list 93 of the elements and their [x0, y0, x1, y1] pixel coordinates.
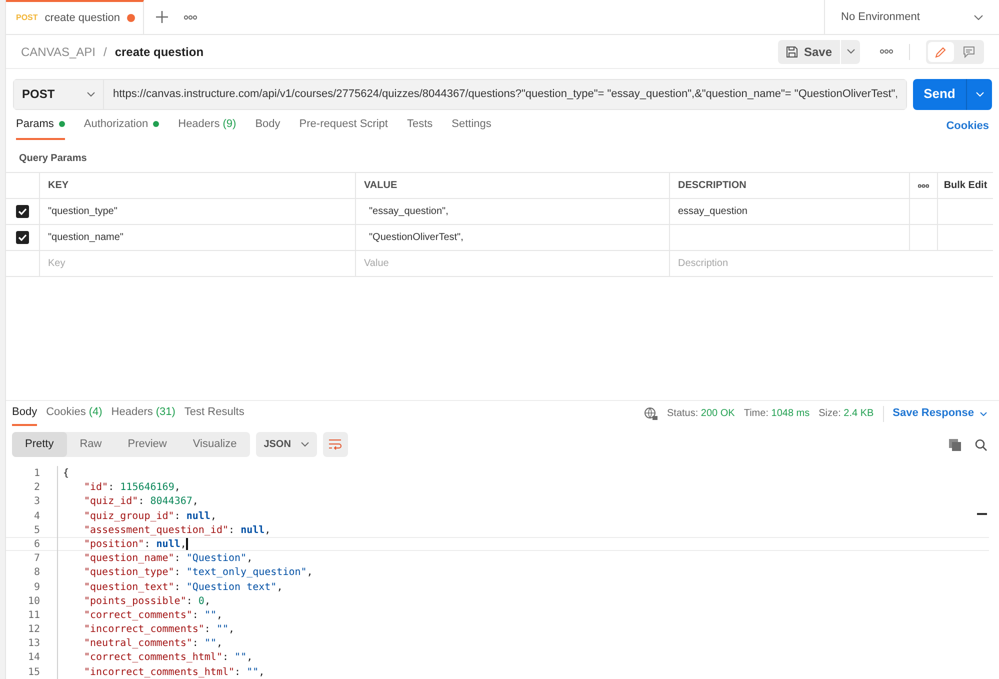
chevron-down-icon: [980, 412, 987, 416]
plus-icon[interactable]: [156, 11, 168, 23]
param-description[interactable]: essay_question: [678, 204, 748, 219]
code-line: "question_type": "text_only_question",: [83, 566, 313, 578]
tab-title: create question: [44, 10, 120, 26]
view-mode-tab[interactable]: Raw: [66, 432, 115, 457]
comment-icon: [963, 46, 975, 58]
cookies-link[interactable]: Cookies: [946, 118, 989, 140]
breadcrumb-separator: /: [103, 44, 107, 60]
code-line: "quiz_group_id": null,: [83, 510, 216, 522]
param-value[interactable]: "QuestionOliverTest",: [369, 230, 464, 245]
line-number: 3: [32, 495, 40, 508]
pencil-icon: [935, 46, 947, 58]
response-tab[interactable]: Test Results: [184, 401, 244, 426]
line-number: 12: [26, 623, 40, 636]
param-input-field[interactable]: Key: [40, 251, 356, 276]
line-number: 8: [32, 566, 40, 578]
wrap-lines-button[interactable]: [322, 432, 348, 457]
line-number: 11: [26, 608, 40, 622]
save-button[interactable]: Save: [778, 40, 840, 64]
param-value[interactable]: "essay_question",: [369, 204, 448, 219]
format-dropdown[interactable]: JSON: [256, 432, 317, 457]
checkbox[interactable]: [16, 231, 29, 244]
status-text: Size: 2.4 KB: [818, 407, 874, 421]
code-line: "question_text": "Question text",: [83, 580, 283, 593]
response-tab[interactable]: Headers (31): [111, 401, 176, 426]
request-name: create question: [114, 44, 204, 60]
code-line: "incorrect_comments": "",: [83, 623, 235, 636]
line-number: 14: [26, 651, 40, 664]
request-section-tab[interactable]: Params: [16, 116, 65, 140]
line-number: 1: [32, 467, 40, 480]
copy-icon[interactable]: [949, 438, 961, 450]
chevron-down-icon: [300, 442, 309, 447]
code-line: "incorrect_comments_html": "",: [83, 666, 265, 678]
param-key[interactable]: "question_name": [48, 230, 124, 245]
more-icon[interactable]: [880, 49, 893, 54]
wrap-lines-icon: [328, 439, 342, 450]
code-line: "id": 115646169,: [83, 481, 180, 494]
line-number: 15: [26, 666, 40, 678]
line-number: 13: [26, 637, 40, 650]
line-number: 9: [32, 580, 40, 593]
environment-dropdown[interactable]: No Environment: [824, 0, 999, 34]
param-input-field[interactable]: Value: [356, 251, 670, 276]
search-icon[interactable]: [975, 438, 987, 450]
line-number: 6: [32, 538, 40, 550]
param-input-field[interactable]: Description: [670, 251, 993, 276]
breadcrumb-collection[interactable]: CANVAS_API: [21, 42, 96, 60]
column-header: DESCRIPTION: [670, 173, 910, 198]
edit-button[interactable]: [928, 42, 954, 62]
response-tab[interactable]: Cookies (4): [46, 401, 102, 426]
code-line: "neutral_comments": "",: [83, 637, 223, 650]
globe-lock-icon[interactable]: [644, 406, 658, 420]
request-section-tab[interactable]: Pre-request Script: [299, 116, 388, 140]
status-text: Time: 1048 ms: [744, 407, 810, 421]
view-mode-tab[interactable]: Visualize: [180, 432, 250, 457]
checkbox[interactable]: [16, 205, 29, 218]
chevron-down-icon: [846, 49, 854, 54]
request-section-tab[interactable]: Headers (9): [178, 116, 236, 140]
request-section-tab[interactable]: Tests: [406, 116, 433, 140]
method-label: POST: [16, 12, 38, 24]
line-number: 5: [32, 524, 40, 536]
view-mode-tab[interactable]: Preview: [114, 432, 180, 457]
fold-marker-icon: [977, 513, 987, 515]
more-icon[interactable]: [918, 184, 929, 188]
section-title: Query Params: [18, 152, 88, 166]
chevron-down-icon: [976, 92, 984, 96]
save-menu-button[interactable]: [841, 40, 860, 64]
code-line: "quiz_id": 8044367,: [83, 495, 198, 508]
code-line: {: [63, 467, 70, 480]
response-tab[interactable]: Body: [12, 401, 38, 426]
code-line: "points_possible": 0,: [83, 594, 210, 607]
column-header: KEY: [40, 173, 356, 198]
code-line: "question_name": "Question",: [83, 552, 253, 564]
request-section-tab[interactable]: Body: [255, 116, 280, 140]
chevron-down-icon: [974, 14, 983, 20]
line-number: 7: [32, 552, 40, 564]
code-line: "correct_comments": "",: [83, 608, 223, 622]
request-section-tab[interactable]: Settings: [452, 116, 492, 140]
code-line: "correct_comments_html": "",: [83, 651, 253, 664]
line-number: 10: [26, 594, 40, 607]
column-header: VALUE: [356, 173, 670, 198]
request-tab[interactable]: POST create question: [6, 0, 144, 34]
line-number: 2: [32, 481, 40, 494]
line-number: 4: [32, 510, 40, 522]
code-line: "assessment_question_id": null,: [83, 524, 271, 536]
param-key[interactable]: "question_type": [48, 204, 118, 219]
view-mode-tab[interactable]: Pretty: [12, 432, 67, 457]
bulk-edit-button[interactable]: Bulk Edit: [938, 173, 993, 198]
request-section-tab[interactable]: Authorization: [84, 116, 160, 140]
status-text: Status: 200 OK: [667, 407, 735, 421]
save-response-button[interactable]: Save Response: [892, 405, 987, 422]
code-line: "position": null,: [83, 538, 188, 550]
more-icon[interactable]: [184, 14, 197, 20]
